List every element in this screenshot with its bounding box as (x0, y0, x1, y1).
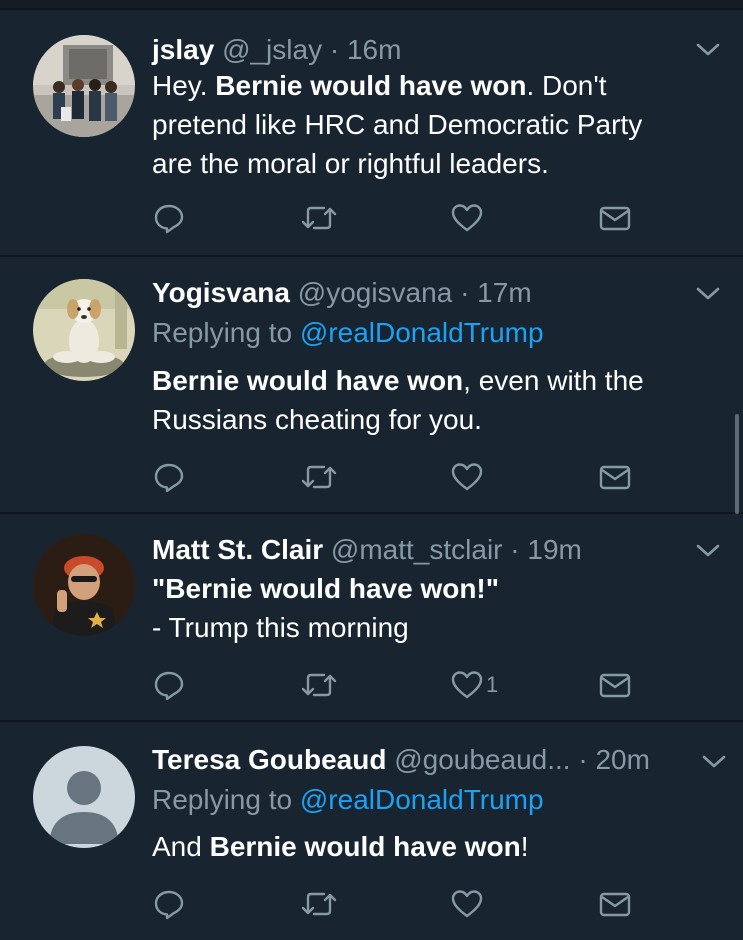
photo-avatar-person (33, 534, 135, 636)
reply-button[interactable] (152, 198, 186, 238)
direct-message-button[interactable] (598, 457, 632, 497)
timestamp[interactable]: 16m (347, 34, 401, 65)
like-icon (451, 463, 483, 491)
bold-text: Bernie would have won (215, 70, 527, 101)
scrollbar[interactable] (735, 414, 739, 514)
tweet-actions (0, 457, 743, 497)
bold-text: "Bernie would have won!" (152, 573, 500, 604)
tweet-text-line: And Bernie would have won! (152, 831, 529, 862)
bold-text: Bernie would have won (152, 365, 464, 396)
retweet-button[interactable] (300, 457, 338, 497)
avatar[interactable] (33, 746, 135, 848)
tweet-text-line: Hey. Bernie would have won. Don't (152, 70, 607, 101)
direct-message-icon (599, 892, 631, 917)
avatar[interactable] (33, 35, 135, 137)
tweet-text-line: pretend like HRC and Democratic Party (152, 109, 643, 140)
tweet-actions (0, 198, 743, 238)
like-icon (451, 890, 483, 918)
retweet-icon (301, 673, 337, 697)
tweet-text-line: - Trump this morning (152, 612, 409, 643)
timestamp[interactable]: 20m (595, 744, 649, 775)
photo-avatar-dog-meditating (33, 279, 135, 381)
separator-dot: · (460, 277, 470, 308)
tweet-text: Hey. Bernie would have won. Don't preten… (152, 66, 722, 183)
replying-to-label: Replying to (152, 317, 300, 348)
display-name[interactable]: jslay (152, 34, 214, 65)
reply-icon (154, 890, 184, 920)
retweet-icon (301, 465, 337, 489)
retweet-icon (301, 206, 337, 230)
like-button[interactable]: 1 (450, 665, 498, 705)
direct-message-icon (599, 206, 631, 231)
user-handle[interactable]: @_jslay (222, 34, 322, 65)
tweet-text: Bernie would have won, even with the Rus… (152, 361, 722, 439)
mention-link[interactable]: @realDonaldTrump (300, 317, 544, 348)
separator-dot: · (578, 744, 588, 775)
timestamp[interactable]: 19m (527, 534, 581, 565)
replying-to-label: Replying to (152, 784, 300, 815)
user-handle[interactable]: @matt_stclair (331, 534, 503, 565)
direct-message-icon (599, 465, 631, 490)
tweet-header: Matt St. Clair @matt_stclair · 19m (152, 532, 582, 568)
reply-icon (154, 204, 184, 234)
like-icon (451, 204, 483, 232)
retweet-button[interactable] (300, 665, 338, 705)
user-handle[interactable]: @goubeaud... (394, 744, 570, 775)
mention-link[interactable]: @realDonaldTrump (300, 784, 544, 815)
direct-message-button[interactable] (598, 665, 632, 705)
tweet-card[interactable]: jslay @_jslay · 16m Hey. Bernie would ha… (0, 10, 743, 255)
reply-icon (154, 671, 184, 701)
like-count: 1 (486, 672, 499, 697)
like-button[interactable] (450, 884, 486, 924)
tweet-card[interactable]: Yogisvana @yogisvana · 17m Replying to @… (0, 257, 743, 512)
reply-icon (154, 463, 184, 493)
separator-dot: · (510, 534, 520, 565)
display-name[interactable]: Teresa Goubeaud (152, 744, 386, 775)
replying-to: Replying to @realDonaldTrump (152, 315, 544, 351)
retweet-button[interactable] (300, 198, 338, 238)
like-button[interactable] (450, 198, 486, 238)
tweet-card[interactable]: Teresa Goubeaud @goubeaud... · 20m Reply… (0, 722, 743, 940)
tweet-text: "Bernie would have won!" - Trump this mo… (152, 569, 722, 647)
like-button[interactable] (450, 457, 486, 497)
direct-message-button[interactable] (598, 884, 632, 924)
timestamp[interactable]: 17m (477, 277, 531, 308)
avatar[interactable] (33, 534, 135, 636)
user-handle[interactable]: @yogisvana (298, 277, 453, 308)
reply-button[interactable] (152, 884, 186, 924)
replying-to: Replying to @realDonaldTrump (152, 782, 544, 818)
photo-avatar-group (33, 35, 135, 137)
tweet-timeline: jslay @_jslay · 16m Hey. Bernie would ha… (0, 0, 743, 940)
tweet-text: And Bernie would have won! (152, 827, 722, 866)
bold-text: Bernie would have won (209, 831, 521, 862)
tweet-header: jslay @_jslay · 16m (152, 32, 401, 68)
tweet-actions: 1 (0, 665, 743, 705)
display-name[interactable]: Yogisvana (152, 277, 290, 308)
chevron-down-icon[interactable] (695, 541, 721, 561)
tweet-header: Yogisvana @yogisvana · 17m (152, 275, 532, 311)
tweet-text-line: "Bernie would have won!" (152, 569, 722, 608)
retweet-icon (301, 892, 337, 916)
tweet-text-line: Bernie would have won, even with the (152, 365, 644, 396)
tweet-text-line: are the moral or rightful leaders. (152, 148, 549, 179)
tweet-actions (0, 884, 743, 924)
direct-message-button[interactable] (598, 198, 632, 238)
like-icon (451, 671, 483, 699)
tweet-header: Teresa Goubeaud @goubeaud... · 20m (152, 742, 650, 778)
reply-button[interactable] (152, 457, 186, 497)
default-avatar-icon (33, 746, 135, 848)
chevron-down-icon[interactable] (695, 284, 721, 304)
chevron-down-icon[interactable] (695, 40, 721, 60)
separator-dot: · (329, 34, 340, 65)
tweet-card[interactable]: Matt St. Clair @matt_stclair · 19m "Bern… (0, 514, 743, 720)
reply-button[interactable] (152, 665, 186, 705)
avatar[interactable] (33, 279, 135, 381)
display-name[interactable]: Matt St. Clair (152, 534, 323, 565)
tweet-text-line: Russians cheating for you. (152, 404, 482, 435)
retweet-button[interactable] (300, 884, 338, 924)
direct-message-icon (599, 673, 631, 698)
chevron-down-icon[interactable] (701, 752, 727, 772)
